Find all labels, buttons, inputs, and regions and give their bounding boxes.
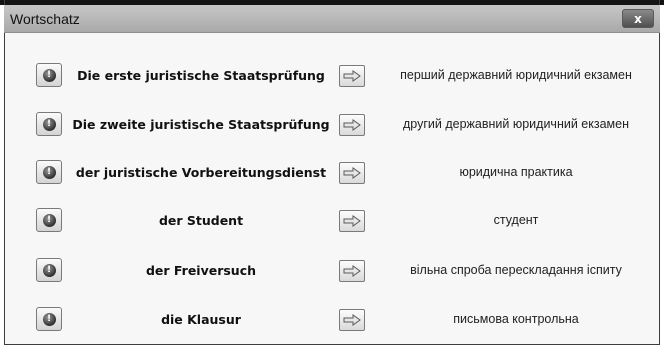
german-term: Die erste juristische Staatsprüfung <box>77 67 325 83</box>
info-bulb-icon: ! <box>42 312 56 326</box>
ukrainian-translation: студент <box>493 213 539 227</box>
info-bulb-icon: ! <box>42 213 56 227</box>
info-button[interactable]: ! <box>36 258 62 282</box>
arrow-right-icon <box>343 119 361 131</box>
vocab-row: ! der Freiversuch вільна спроба перескла… <box>5 254 659 286</box>
german-term: der Freiversuch <box>145 262 257 278</box>
arrow-right-icon <box>343 314 361 326</box>
vocabulary-list: ! Die erste juristische Staatsprüfung пе… <box>5 33 659 344</box>
window-title: Wortschatz <box>10 11 80 27</box>
arrow-right-icon <box>343 265 361 277</box>
info-bulb-icon: ! <box>42 68 56 82</box>
vocab-row: ! Die zweite juristische Staatsprüfung д… <box>5 108 659 140</box>
close-button[interactable]: x <box>622 9 654 28</box>
info-button[interactable]: ! <box>36 208 62 232</box>
ukrainian-translation: перший державний юридичний екзамен <box>400 68 632 82</box>
info-button[interactable]: ! <box>36 307 62 331</box>
translate-arrow-button[interactable] <box>339 210 365 232</box>
german-term: die Klausur <box>161 311 241 327</box>
arrow-right-icon <box>343 70 361 82</box>
info-bulb-icon: ! <box>42 117 56 131</box>
translate-arrow-button[interactable] <box>339 309 365 331</box>
translate-arrow-button[interactable] <box>339 260 365 282</box>
translate-arrow-button[interactable] <box>339 162 365 184</box>
translate-arrow-button[interactable] <box>339 65 365 87</box>
vocab-row: ! der juristische Vorbereitungsdienst юр… <box>5 156 659 188</box>
vocab-row: ! Die erste juristische Staatsprüfung пе… <box>5 59 659 91</box>
ukrainian-translation: юридична практика <box>459 165 573 179</box>
info-button[interactable]: ! <box>36 63 62 87</box>
german-term: Die zweite juristische Staatsprüfung <box>72 116 330 132</box>
german-term: der Student <box>158 212 244 228</box>
ukrainian-translation: вільна спроба перескладання іспиту <box>410 263 622 277</box>
translate-arrow-button[interactable] <box>339 114 365 136</box>
ukrainian-translation: другий державний юридичний екзамен <box>403 117 629 131</box>
arrow-right-icon <box>343 167 361 179</box>
arrow-right-icon <box>343 215 361 227</box>
ukrainian-translation: письмова контрольна <box>453 312 579 326</box>
german-term: der juristische Vorbereitungsdienst <box>75 164 327 180</box>
info-bulb-icon: ! <box>42 165 56 179</box>
vocab-row: ! der Student студент <box>5 204 659 236</box>
info-button[interactable]: ! <box>36 160 62 184</box>
info-bulb-icon: ! <box>42 263 56 277</box>
vocab-row: ! die Klausur письмова контрольна <box>5 303 659 335</box>
title-bar: Wortschatz x <box>4 5 660 33</box>
info-button[interactable]: ! <box>36 112 62 136</box>
close-icon: x <box>634 11 642 26</box>
